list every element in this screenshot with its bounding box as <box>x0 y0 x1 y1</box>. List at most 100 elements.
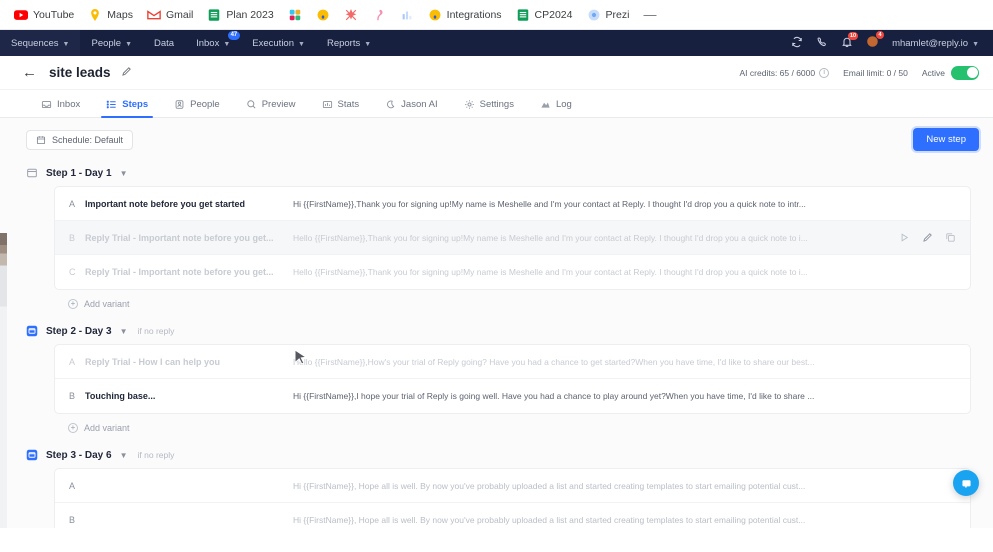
bookmark-youtube[interactable]: YouTube <box>14 8 74 22</box>
bookmark-label: Prezi <box>605 8 630 21</box>
chevron-down-icon[interactable]: ▼ <box>120 451 128 460</box>
tab-people[interactable]: People <box>161 99 233 117</box>
tab-preview[interactable]: Preview <box>233 99 309 117</box>
steps-toolbar: Schedule: Default New step <box>0 118 993 151</box>
nav-item-people[interactable]: People ▼ <box>80 30 143 56</box>
tab-label: Settings <box>479 99 514 110</box>
bookmark-integrations[interactable]: Integrations <box>428 8 502 22</box>
alert-icon[interactable]: 4 <box>866 31 885 51</box>
table-row[interactable]: B Touching base... Hi {{FirstName}},I ho… <box>55 379 970 413</box>
back-arrow-icon[interactable]: ← <box>22 65 37 80</box>
bookmark-label: YouTube <box>33 8 75 21</box>
bookmark-plan-2023[interactable]: Plan 2023 <box>207 8 274 22</box>
bookmark-slack[interactable] <box>288 8 302 22</box>
step-1-card: A Important note before you get started … <box>54 186 971 290</box>
bookmark-asana[interactable] <box>344 8 358 22</box>
bookmark-keep[interactable] <box>316 8 330 22</box>
info-icon[interactable]: i <box>819 67 830 78</box>
chevron-down-icon: ▼ <box>298 40 305 48</box>
nav-item-data[interactable]: Data <box>143 30 185 56</box>
step-group-2: Step 2 - Day 3 ▼ if no reply A Reply Tri… <box>0 325 993 433</box>
active-toggle-wrap: Active <box>921 65 979 80</box>
bookmark-flamingo[interactable] <box>372 8 386 22</box>
chevron-down-icon[interactable]: ▼ <box>120 327 128 336</box>
variant-preview: Hello {{FirstName}},How's your trial of … <box>293 356 815 367</box>
schedule-button[interactable]: Schedule: Default <box>26 129 134 150</box>
step-group-1: Step 1 - Day 1 ▼ A Important note before… <box>0 167 993 309</box>
table-row[interactable]: A Hi {{FirstName}}, Hope all is well. By… <box>55 469 970 503</box>
pencil-icon[interactable] <box>121 64 132 82</box>
add-variant-label: Add variant <box>84 423 130 433</box>
analytics-icon <box>402 11 412 19</box>
people-icon <box>175 100 184 109</box>
variant-preview: Hi {{FirstName}}, Hope all is well. By n… <box>293 480 806 491</box>
duplicate-icon[interactable] <box>945 232 956 243</box>
bookmark-cp2024[interactable]: CP2024 <box>516 8 573 22</box>
steps-list-icon <box>106 100 116 109</box>
variant-letter: B <box>69 391 76 401</box>
tab-settings[interactable]: Settings <box>451 99 527 117</box>
tab-steps[interactable]: Steps <box>93 99 161 118</box>
step-2-label: Step 2 - Day 3 <box>46 325 112 337</box>
bookmarks-overflow-button[interactable]: — <box>643 7 657 22</box>
variant-letter: C <box>69 267 76 277</box>
moon-icon <box>387 100 395 109</box>
variant-preview: Hi {{FirstName}},I hope your trial of Re… <box>293 391 815 401</box>
nav-item-sequences[interactable]: Sequences ▼ <box>0 30 81 56</box>
table-row[interactable]: B Reply Trial - Important note before yo… <box>55 221 970 255</box>
table-row[interactable]: C Reply Trial - Important note before yo… <box>55 255 970 289</box>
add-variant-button[interactable]: + Add variant <box>68 299 971 309</box>
tab-label: Stats <box>337 99 360 110</box>
variant-subject: Touching base... <box>85 391 156 401</box>
gear-icon <box>464 100 474 109</box>
tab-label: Jason AI <box>401 99 438 110</box>
variant-letter: A <box>69 356 76 367</box>
steps-content-area: Schedule: Default New step Step 1 - Day … <box>0 118 993 528</box>
sync-icon[interactable] <box>791 36 803 51</box>
tab-log[interactable]: Log <box>527 99 585 117</box>
search-icon <box>247 100 256 109</box>
tab-inbox[interactable]: Inbox <box>28 99 93 117</box>
nav-item-execution[interactable]: Execution ▼ <box>241 30 316 56</box>
preview-icon[interactable] <box>899 232 910 243</box>
table-row[interactable]: B Hi {{FirstName}}, Hope all is well. By… <box>55 503 970 528</box>
bell-icon[interactable]: 10 <box>841 31 859 51</box>
tab-label: Inbox <box>57 99 81 110</box>
table-row[interactable]: A Important note before you get started … <box>55 187 970 221</box>
page-title: site leads <box>49 65 111 80</box>
step-2-card: A Reply Trial - How I can help you Hello… <box>54 344 971 414</box>
email-step-icon <box>26 325 38 337</box>
plus-icon: + <box>68 299 78 309</box>
add-variant-button[interactable]: + Add variant <box>68 423 971 433</box>
table-row[interactable]: A Reply Trial - How I can help you Hello… <box>55 345 970 379</box>
bookmark-label: Integrations <box>446 8 502 21</box>
chevron-down-icon[interactable]: ▼ <box>120 169 128 178</box>
schedule-label: Schedule: Default <box>52 134 124 145</box>
browser-bookmark-bar: YouTube Maps Gmail Plan 2023 Integration… <box>0 0 993 30</box>
sheets-icon <box>517 8 528 21</box>
maps-pin-icon <box>91 8 100 21</box>
app-navigation-bar: Sequences ▼ People ▼ Data Inbox ▼ 47 Exe… <box>0 30 993 56</box>
bookmark-prezi[interactable]: Prezi <box>587 8 630 22</box>
variant-subject: Reply Trial - Important note before you … <box>85 267 274 277</box>
bookmark-gmail[interactable]: Gmail <box>147 8 193 22</box>
bookmark-maps[interactable]: Maps <box>88 8 133 22</box>
edit-icon[interactable] <box>922 232 933 243</box>
row-action-group <box>899 232 956 243</box>
nav-item-reports[interactable]: Reports ▼ <box>316 30 382 56</box>
step-1-label: Step 1 - Day 1 <box>46 167 112 179</box>
active-label: Active <box>921 67 945 78</box>
nav-item-inbox[interactable]: Inbox ▼ 47 <box>185 30 241 56</box>
chat-widget-button[interactable] <box>953 470 979 496</box>
notifications-badge: 10 <box>847 31 859 40</box>
phone-icon[interactable] <box>816 36 828 51</box>
tab-stats[interactable]: Stats <box>309 99 373 117</box>
variant-letter: B <box>69 515 76 525</box>
user-menu[interactable]: mhamlet@reply.io ▼ <box>892 38 979 49</box>
active-toggle[interactable] <box>951 65 979 80</box>
tab-jason-ai[interactable]: Jason AI <box>372 99 450 117</box>
step-3-condition: if no reply <box>137 450 175 460</box>
new-step-button[interactable]: New step <box>913 128 979 151</box>
step-3-card: A Hi {{FirstName}}, Hope all is well. By… <box>54 468 971 528</box>
bookmark-analytics[interactable] <box>400 8 414 22</box>
